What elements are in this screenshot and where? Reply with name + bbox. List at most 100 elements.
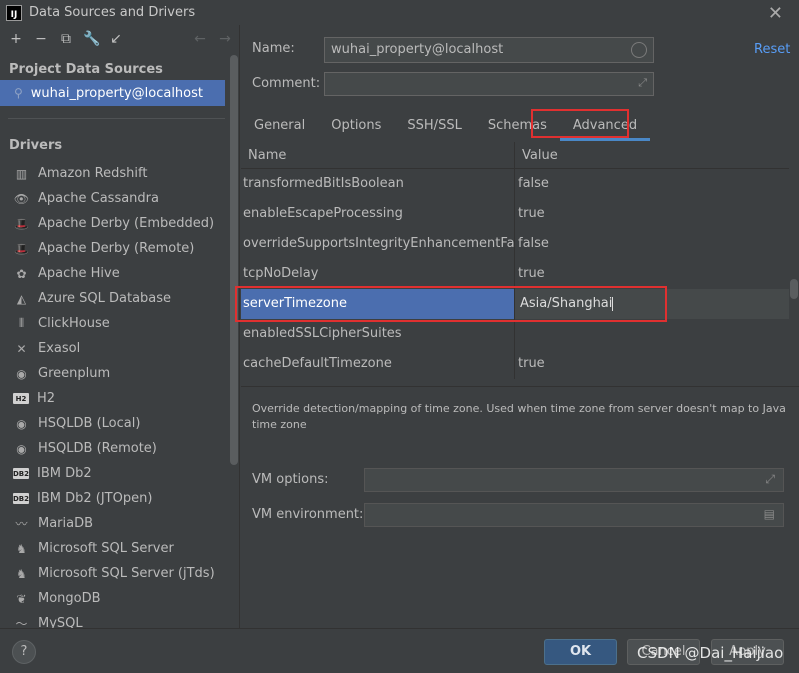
remove-icon[interactable]: − — [33, 31, 49, 47]
vm-environment-input[interactable]: ▤ — [364, 503, 784, 527]
duplicate-icon[interactable]: ⧉ — [58, 31, 74, 47]
window-title: Data Sources and Drivers — [29, 5, 196, 20]
table-header: Name Value — [241, 142, 789, 169]
table-row[interactable]: transformedBitIsBoolean false — [241, 169, 789, 199]
driver-item[interactable]: ✕ Exasol — [0, 336, 239, 361]
divider — [8, 118, 225, 119]
driver-label: MariaDB — [38, 516, 94, 531]
driver-item[interactable]: ♞ Microsoft SQL Server (jTds) — [0, 561, 239, 586]
exasol-x-icon: ✕ — [16, 341, 27, 356]
help-button[interactable]: ? — [12, 640, 36, 664]
driver-item[interactable]: DB2 IBM Db2 (JTOpen) — [0, 486, 239, 511]
column-header-name[interactable]: Name — [241, 142, 515, 168]
driver-item[interactable]: ❦ MongoDB — [0, 586, 239, 611]
make-global-icon[interactable]: ↙ — [108, 31, 124, 47]
comment-label: Comment: — [252, 76, 321, 91]
table-row[interactable]: overrideSupportsIntegrityEnhancementFaci… — [241, 229, 789, 259]
driver-label: Exasol — [38, 341, 81, 356]
mariadb-seal-icon: 〰 — [15, 517, 28, 531]
comment-input[interactable]: ⤢ — [324, 72, 654, 96]
driver-label: Apache Cassandra — [38, 191, 159, 206]
left-scrollbar[interactable] — [230, 55, 238, 465]
property-value-cell[interactable]: false — [515, 229, 789, 259]
driver-label: Apache Derby (Remote) — [38, 241, 195, 256]
property-value-cell[interactable]: true — [515, 199, 789, 229]
property-value-cell[interactable]: false — [515, 169, 789, 199]
table-scrollbar[interactable] — [790, 279, 798, 299]
wrench-icon[interactable]: 🔧 — [83, 31, 100, 47]
name-input[interactable]: wuhai_property@localhost — [324, 37, 654, 63]
properties-table: Name Value transformedBitIsBoolean false e… — [241, 142, 789, 385]
driver-item[interactable]: ◉ HSQLDB (Local) — [0, 411, 239, 436]
driver-list: ▥ Amazon Redshift 👁 Apache Cassandra 🎩 Apache… — [0, 161, 239, 636]
driver-item[interactable]: 🎩 Apache Derby (Embedded) — [0, 211, 239, 236]
derby-hat-icon: 🎩 — [14, 216, 29, 231]
ok-button[interactable]: OK — [544, 639, 617, 665]
table-row[interactable]: enabledSSLCipherSuites — [241, 319, 789, 349]
driver-item[interactable]: 👁 Apache Cassandra — [0, 186, 239, 211]
project-data-source-label: wuhai_property@localhost — [30, 85, 203, 101]
property-name-cell[interactable]: cacheDefaultTimezone — [241, 349, 515, 379]
driver-item[interactable]: H2 H2 — [0, 386, 239, 411]
color-circle-icon[interactable] — [631, 42, 647, 58]
expand-icon[interactable]: ⤢ — [638, 76, 647, 90]
project-data-source-item[interactable]: ⚲ wuhai_property@localhost — [0, 80, 225, 106]
azure-icon: ◭ — [16, 291, 27, 306]
tab-ssh-ssl[interactable]: SSH/SSL — [394, 111, 474, 141]
driver-label: H2 — [37, 391, 56, 406]
property-name-cell[interactable]: transformedBitIsBoolean — [241, 169, 515, 199]
vm-options-input[interactable]: ⤢ — [364, 468, 784, 492]
mongodb-leaf-icon: ❦ — [16, 591, 27, 606]
vm-environment-label: VM environment: — [252, 507, 364, 522]
reset-link[interactable]: Reset — [754, 42, 790, 57]
amazon-redshift-icon: ▥ — [15, 166, 28, 181]
selected-row-highlight — [235, 286, 667, 322]
driver-item[interactable]: ✿ Apache Hive — [0, 261, 239, 286]
clickhouse-bars-icon: ⦀ — [18, 316, 25, 330]
property-value-cell[interactable]: true — [515, 349, 789, 379]
driver-item[interactable]: 〰 MariaDB — [0, 511, 239, 536]
driver-item[interactable]: ♞ Microsoft SQL Server — [0, 536, 239, 561]
expand-icon[interactable]: ⤢ — [765, 472, 775, 487]
close-icon[interactable]: ✕ — [768, 3, 783, 24]
driver-item[interactable]: ⦀ ClickHouse — [0, 311, 239, 336]
driver-label: HSQLDB (Remote) — [38, 441, 157, 456]
table-row[interactable]: tcpNoDelay true — [241, 259, 789, 289]
db2-box-icon: DB2 — [12, 468, 30, 479]
tab-general[interactable]: General — [241, 111, 318, 141]
table-row[interactable]: cacheDefaultTimezone true — [241, 349, 789, 379]
vm-options-label: VM options: — [252, 472, 329, 487]
sqlserver-icon: ♞ — [16, 566, 27, 581]
driver-label: Apache Derby (Embedded) — [38, 216, 215, 231]
driver-item[interactable]: 🎩 Apache Derby (Remote) — [0, 236, 239, 261]
property-name-cell[interactable]: enabledSSLCipherSuites — [241, 319, 515, 349]
property-name-cell[interactable]: overrideSupportsIntegrityEnhancementFaci… — [241, 229, 515, 259]
driver-label: IBM Db2 — [37, 466, 92, 481]
property-value-cell[interactable] — [515, 319, 789, 349]
property-name-cell[interactable]: tcpNoDelay — [241, 259, 515, 289]
table-row[interactable]: enableEscapeProcessing true — [241, 199, 789, 229]
name-label: Name: — [252, 41, 295, 56]
right-panel: Name: wuhai_property@localhost Reset Com… — [235, 25, 799, 628]
add-icon[interactable]: + — [8, 31, 24, 47]
bottom-bar: ? OK Cancel Apply CSDN @Dai_Haijiao — [0, 628, 799, 673]
driver-item[interactable]: ▥ Amazon Redshift — [0, 161, 239, 186]
table-scrollbar-track — [790, 142, 799, 385]
sqlserver-icon: ♞ — [16, 541, 27, 556]
left-toolbar: + − ⧉ 🔧 ↙ ← → — [0, 25, 239, 53]
advanced-tab-highlight — [531, 109, 629, 138]
column-header-value[interactable]: Value — [515, 142, 558, 168]
driver-item[interactable]: ◉ Greenplum — [0, 361, 239, 386]
left-panel: + − ⧉ 🔧 ↙ ← → Project Data Sources ⚲ wuh… — [0, 25, 240, 631]
driver-item[interactable]: ◭ Azure SQL Database — [0, 286, 239, 311]
forward-arrow-icon[interactable]: → — [217, 31, 233, 47]
property-name-cell[interactable]: enableEscapeProcessing — [241, 199, 515, 229]
driver-item[interactable]: DB2 IBM Db2 — [0, 461, 239, 486]
driver-item[interactable]: ◉ HSQLDB (Remote) — [0, 436, 239, 461]
driver-label: Apache Hive — [38, 266, 120, 281]
property-value-cell[interactable]: true — [515, 259, 789, 289]
back-arrow-icon[interactable]: ← — [192, 31, 208, 47]
driver-label: Amazon Redshift — [38, 166, 148, 181]
document-icon[interactable]: ▤ — [764, 507, 775, 521]
tab-options[interactable]: Options — [318, 111, 394, 141]
